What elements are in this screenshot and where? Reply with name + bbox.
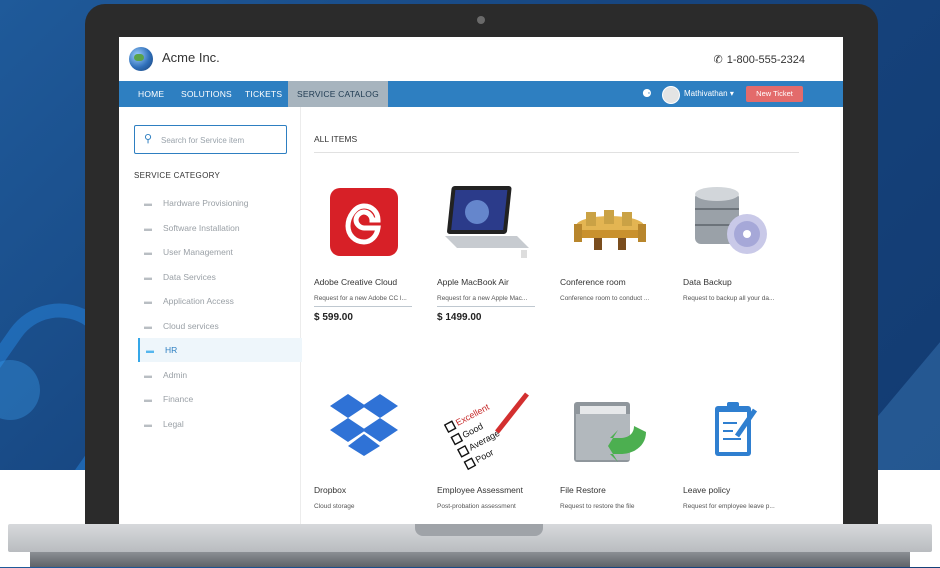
camera-icon <box>477 16 485 24</box>
new-ticket-button[interactable]: New Ticket <box>746 86 803 102</box>
laptop-base-bottom <box>30 552 910 567</box>
nav-solutions[interactable]: SOLUTIONS <box>172 81 241 107</box>
item-name: File Restore <box>560 485 606 495</box>
sidebar-item-label: Cloud services <box>163 320 219 331</box>
phone-icon: ✆ <box>713 54 723 66</box>
sidebar-item-label: Hardware Provisioning <box>163 198 249 208</box>
adobe-cc-icon <box>314 184 414 264</box>
item-description: Post-probation assessment <box>437 503 516 510</box>
item-description: Request to restore the file <box>560 503 635 510</box>
globe-logo-icon <box>129 47 153 71</box>
all-items-heading: ALL ITEMS <box>314 134 358 144</box>
folder-icon: ▬ <box>144 272 152 282</box>
file-restore-icon <box>560 392 660 472</box>
item-description: Cloud storage <box>314 503 355 510</box>
sidebar-item-software-installation[interactable]: ▬ Software Installation <box>138 216 300 240</box>
item-name: Employee Assessment <box>437 485 523 495</box>
folder-icon: ▬ <box>144 297 152 306</box>
folder-icon: ▬ <box>146 346 154 355</box>
item-description: Request for a new Adobe CC l... <box>314 295 407 302</box>
item-name: Leave policy <box>683 485 731 495</box>
sidebar-item-label: Finance <box>163 394 194 404</box>
conference-room-icon <box>560 184 660 264</box>
assessment-icon: Excellent Good Average Poor <box>437 392 537 472</box>
item-name: Apple MacBook Air <box>437 277 509 287</box>
folder-icon: ▬ <box>144 370 152 380</box>
nav-home[interactable]: HOME <box>129 81 173 107</box>
app-screen: Acme Inc. ✆ 1-800-555-2324 HOME SOLUTIONS… <box>119 37 843 524</box>
sidebar-item-label: User Management <box>163 247 233 257</box>
divider <box>314 306 412 307</box>
sidebar-item-label: HR <box>165 345 178 355</box>
item-description: Request to backup all your da... <box>683 295 775 302</box>
sidebar-item-data-services[interactable]: ▬ Data Services <box>138 265 300 289</box>
nav-tickets[interactable]: TICKETS <box>236 81 291 107</box>
item-description: Request for employee leave p... <box>683 503 775 510</box>
sidebar-item-legal[interactable]: ▬ Legal <box>138 412 300 436</box>
folder-icon: ▬ <box>144 395 152 404</box>
sidebar-item-label: Admin <box>163 369 188 380</box>
divider <box>437 306 535 307</box>
folder-icon: ▬ <box>144 199 152 208</box>
laptop-notch <box>415 524 543 536</box>
sidebar-item-finance[interactable]: ▬ Finance <box>138 387 300 411</box>
folder-icon: ▬ <box>144 321 152 331</box>
item-name: Conference room <box>560 277 626 287</box>
item-name: Adobe Creative Cloud <box>314 277 398 287</box>
sidebar-item-admin[interactable]: ▬ Admin <box>138 363 300 387</box>
item-name: Data Backup <box>683 277 732 287</box>
item-price: $ 599.00 <box>314 312 353 323</box>
item-description: Request for a new Apple Mac... <box>437 295 528 302</box>
sidebar-item-user-management[interactable]: ▬ User Management <box>138 240 300 264</box>
avatar[interactable] <box>662 86 680 104</box>
sidebar-item-label: Software Installation <box>163 222 240 233</box>
top-bar: Acme Inc. ✆ 1-800-555-2324 <box>119 37 843 81</box>
sidebar-item-cloud-services[interactable]: ▬ Cloud services <box>138 314 300 338</box>
folder-icon: ▬ <box>144 248 152 257</box>
sidebar-item-application-access[interactable]: ▬ Application Access <box>138 289 300 313</box>
item-price: $ 1499.00 <box>437 312 482 323</box>
folder-icon: ▬ <box>144 419 152 429</box>
notification-bell-icon[interactable]: ⚈ <box>642 88 654 100</box>
sidebar: ⚲ SERVICE CATEGORY ▬ Hardware Provisionin… <box>119 107 302 524</box>
category-title: SERVICE CATEGORY <box>134 171 221 180</box>
nav-service-catalog[interactable]: SERVICE CATALOG <box>288 81 388 107</box>
caret-down-icon: ▾ <box>729 89 734 98</box>
sidebar-item-label: Application Access <box>163 296 234 306</box>
macbook-icon <box>437 184 537 264</box>
item-name: Dropbox <box>314 485 347 495</box>
search-input[interactable] <box>159 130 283 150</box>
main-nav: HOME SOLUTIONS TICKETS SERVICE CATALOG ⚈… <box>119 81 843 107</box>
user-name: Mathivathan <box>684 89 728 98</box>
dropbox-icon <box>314 392 414 472</box>
catalog-main: ALL ITEMS Adobe Creative Cloud Request f… <box>314 107 843 524</box>
user-menu[interactable]: Mathivathan ▾ <box>684 81 734 107</box>
leave-policy-icon <box>683 392 783 472</box>
sidebar-item-label: Legal <box>163 418 184 429</box>
search-icon: ⚲ <box>144 133 153 145</box>
divider <box>314 152 799 153</box>
brand-name: Acme Inc. <box>162 50 220 65</box>
sidebar-item-hardware-provisioning[interactable]: ▬ Hardware Provisioning <box>138 191 300 215</box>
item-description: Conference room to conduct ... <box>560 295 650 302</box>
folder-icon: ▬ <box>144 223 152 233</box>
phone-number[interactable]: ✆ 1-800-555-2324 <box>713 53 805 66</box>
sidebar-item-hr[interactable]: ▬ HR <box>138 338 302 362</box>
phone-text: 1-800-555-2324 <box>726 54 805 66</box>
data-backup-icon <box>683 184 783 264</box>
search-box[interactable]: ⚲ <box>134 125 287 154</box>
sidebar-item-label: Data Services <box>163 271 216 282</box>
